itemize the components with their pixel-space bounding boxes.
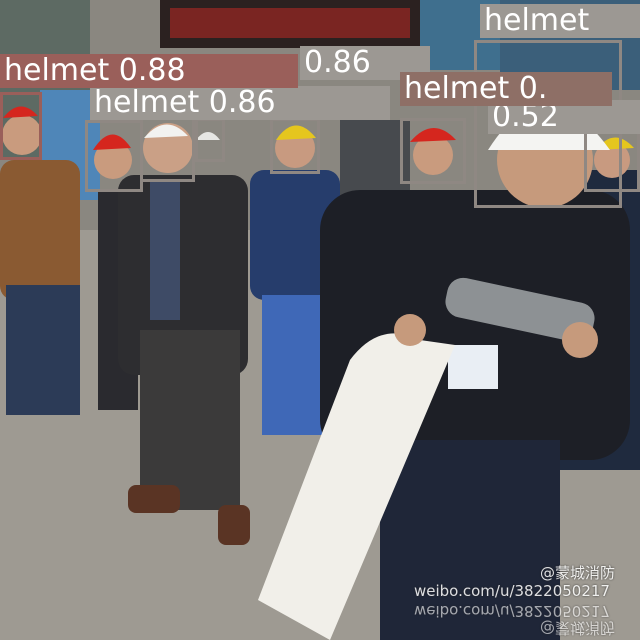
watermark-handle-mirrored: @蒙城消防: [540, 619, 616, 637]
watermark-url: weibo.com/u/3822050217: [414, 582, 610, 600]
detection-label-5: helmet: [480, 4, 640, 38]
watermark-handle: @蒙城消防: [540, 564, 616, 582]
helmet-box-1: [0, 92, 42, 160]
detection-label-3: helmet 0.86: [90, 86, 390, 120]
helmet-box-5: [270, 118, 320, 174]
helmet-box-2: [85, 120, 143, 192]
helmet-box-6: [400, 118, 466, 184]
helmet-box-3: [140, 116, 195, 182]
detection-label-4: helmet 0.: [400, 72, 612, 106]
detection-label-1: helmet 0.88: [0, 54, 298, 88]
photo-scene: 0.86 helmet 0.86 helmet 0.88 helmet 0.52…: [0, 0, 640, 640]
helmet-box-4: [195, 118, 225, 162]
